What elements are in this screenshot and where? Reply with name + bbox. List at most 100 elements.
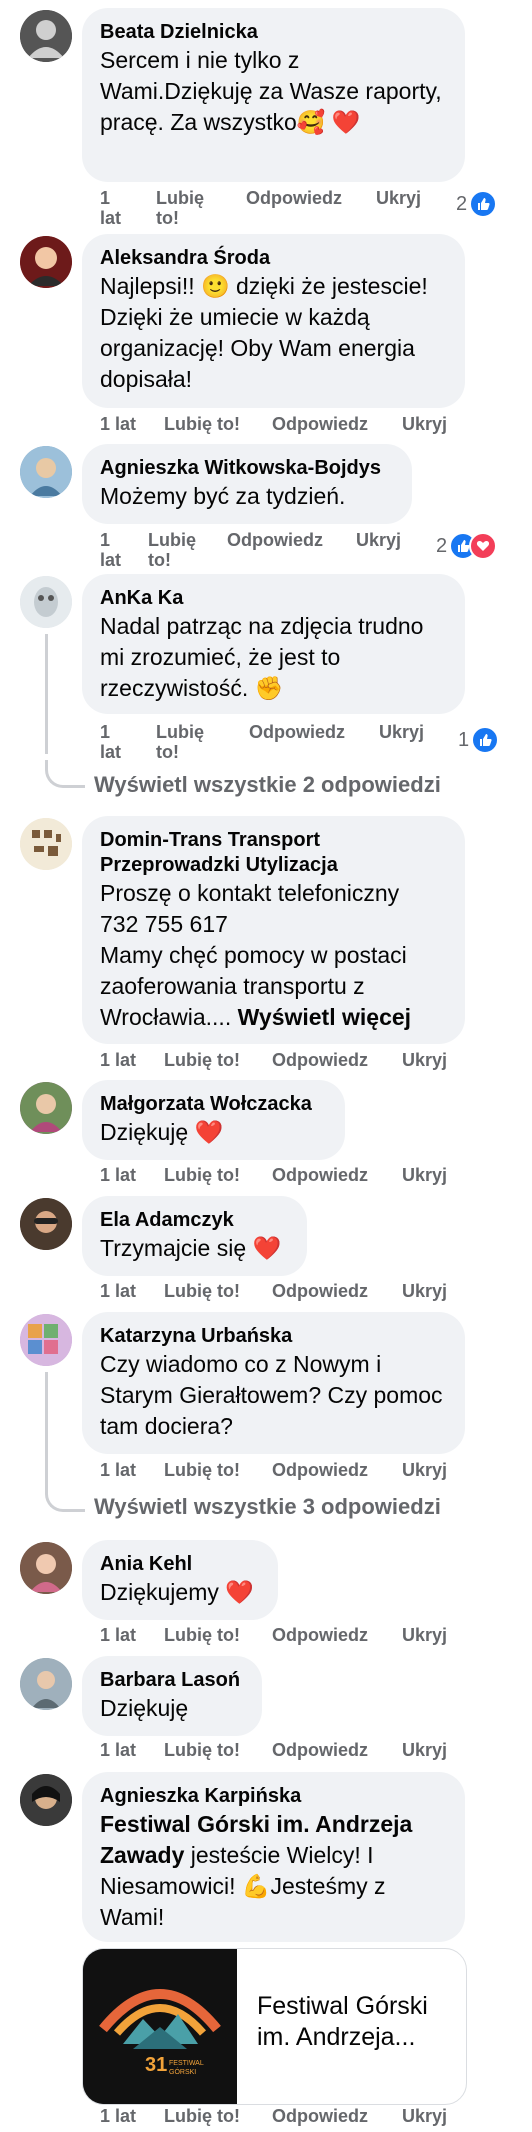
comment-bubble: AnKa Ka Nadal patrząc na zdjęcia trudno … [82, 574, 465, 714]
comment-text: Najlepsi!! 🙂 dzięki że jestescie! Dzięki… [100, 273, 428, 392]
reply-link[interactable]: Odpowiedz [272, 2106, 368, 2126]
avatar[interactable] [20, 10, 72, 62]
comment-time[interactable]: 1 lat [100, 530, 121, 570]
comment-author[interactable]: Małgorzata Wołczacka [100, 1092, 327, 1117]
profile-photo-icon [20, 576, 72, 628]
profile-photo-icon [20, 446, 72, 498]
reaction-count[interactable]: 2 [436, 532, 498, 560]
reply-link[interactable]: Odpowiedz [272, 414, 368, 434]
reply-link[interactable]: Odpowiedz [246, 188, 342, 208]
hide-link[interactable]: Ukryj [402, 1460, 447, 1480]
hide-link[interactable]: Ukryj [402, 1740, 447, 1760]
hide-link[interactable]: Ukryj [402, 414, 447, 434]
festival-number: 31 [145, 2054, 167, 2076]
reply-link[interactable]: Odpowiedz [227, 530, 323, 550]
view-replies-link[interactable]: Wyświetl wszystkie 2 odpowiedzi [94, 772, 441, 798]
hide-link[interactable]: Ukryj [402, 1281, 447, 1301]
comment-author[interactable]: Aleksandra Środa [100, 246, 447, 271]
comment-author[interactable]: Domin-Trans Transport Przeprowadzki Utyli… [100, 828, 447, 878]
hide-link[interactable]: Ukryj [356, 530, 401, 550]
hide-link[interactable]: Ukryj [402, 1625, 447, 1645]
avatar[interactable] [20, 1082, 72, 1134]
like-link[interactable]: Lubię to! [156, 188, 204, 228]
like-link[interactable]: Lubię to! [164, 1740, 240, 1760]
like-link[interactable]: Lubię to! [164, 1460, 240, 1480]
hide-link[interactable]: Ukryj [376, 188, 421, 208]
comment-time[interactable]: 1 lat [100, 1165, 136, 1185]
profile-photo-icon [20, 1542, 72, 1594]
like-link[interactable]: Lubię to! [164, 1625, 240, 1645]
comment-time[interactable]: 1 lat [100, 1281, 136, 1301]
reply-link[interactable]: Odpowiedz [272, 1050, 368, 1070]
avatar[interactable] [20, 1542, 72, 1594]
like-link[interactable]: Lubię to! [164, 1281, 240, 1301]
comment-text: Dziękujemy ❤️ [100, 1579, 254, 1605]
comment-author[interactable]: Agnieszka Witkowska-Bojdys [100, 456, 394, 481]
comment-bubble: Domin-Trans Transport Przeprowadzki Utyli… [82, 816, 465, 1044]
comment-time[interactable]: 1 lat [100, 188, 121, 228]
reply-link[interactable]: Odpowiedz [272, 1460, 368, 1480]
hide-link[interactable]: Ukryj [402, 1050, 447, 1070]
reply-link[interactable]: Odpowiedz [272, 1281, 368, 1301]
reaction-count[interactable]: 2 [456, 190, 498, 218]
profile-photo-icon [20, 10, 72, 62]
avatar[interactable] [20, 818, 72, 870]
like-link[interactable]: Lubię to! [164, 2106, 240, 2126]
comment-author[interactable]: AnKa Ka [100, 586, 447, 611]
like-link[interactable]: Lubię to! [164, 1050, 240, 1070]
hide-link[interactable]: Ukryj [402, 2106, 447, 2126]
reaction-number: 2 [456, 192, 468, 215]
comment-time[interactable]: 1 lat [100, 1625, 136, 1645]
comment-bubble: Beata Dzielnicka Sercem i nie tylko z Wa… [82, 8, 465, 182]
thread-connector [45, 760, 85, 788]
comment-text: Czy wiadomo co z Nowym i Starym Gierałto… [100, 1351, 443, 1439]
link-preview-card[interactable]: 31 FESTIWAL GÓRSKI Festiwal Górski im. A… [82, 1948, 467, 2105]
comment-time[interactable]: 1 lat [100, 1460, 136, 1480]
view-replies-link[interactable]: Wyświetl wszystkie 3 odpowiedzi [94, 1494, 441, 1520]
hide-link[interactable]: Ukryj [379, 722, 424, 742]
festival-label-2: GÓRSKI [169, 2067, 196, 2076]
link-card-title[interactable]: Festiwal Górski im. Andrzeja... [257, 1991, 457, 2053]
like-link[interactable]: Lubię to! [148, 530, 196, 570]
profile-photo-icon [20, 236, 72, 288]
comment-author[interactable]: Agnieszka Karpińska [100, 1784, 447, 1809]
comment-text: Proszę o kontakt telefoniczny 732 755 61… [100, 880, 412, 1030]
avatar[interactable] [20, 446, 72, 498]
comment-bubble: Ania Kehl Dziękujemy ❤️ [82, 1540, 278, 1620]
reaction-count[interactable]: 1 [458, 726, 500, 754]
comment-author[interactable]: Katarzyna Urbańska [100, 1324, 447, 1349]
avatar[interactable] [20, 1658, 72, 1710]
like-icon [469, 190, 498, 218]
see-more-link[interactable]: Wyświetl więcej [238, 1004, 411, 1030]
reply-link[interactable]: Odpowiedz [272, 1740, 368, 1760]
comment-author[interactable]: Ela Adamczyk [100, 1208, 289, 1233]
festival-logo-image: 31 FESTIWAL GÓRSKI [83, 1949, 237, 2104]
comment-author[interactable]: Ania Kehl [100, 1552, 260, 1577]
comment-text: Możemy być za tydzień. [100, 483, 346, 509]
comment-author[interactable]: Barbara Lasoń [100, 1668, 244, 1693]
avatar[interactable] [20, 1198, 72, 1250]
avatar[interactable] [20, 1774, 72, 1826]
reaction-number: 1 [458, 728, 470, 751]
avatar[interactable] [20, 1314, 72, 1366]
comment-time[interactable]: 1 lat [100, 414, 136, 434]
comment-author[interactable]: Beata Dzielnicka [100, 20, 447, 45]
comment-text: Sercem i nie tylko z Wami.Dziękuję za Wa… [100, 47, 442, 135]
comment-bubble: Barbara Lasoń Dziękuję [82, 1656, 262, 1736]
comment-bubble: Małgorzata Wołczacka Dziękuję ❤️ [82, 1080, 345, 1160]
reply-link[interactable]: Odpowiedz [272, 1165, 368, 1185]
comment-time[interactable]: 1 lat [100, 722, 121, 762]
comment-time[interactable]: 1 lat [100, 1740, 136, 1760]
avatar[interactable] [20, 236, 72, 288]
like-link[interactable]: Lubię to! [164, 1165, 240, 1185]
reply-link[interactable]: Odpowiedz [249, 722, 345, 742]
comment-time[interactable]: 1 lat [100, 1050, 136, 1070]
comment-text: Dziękuję [100, 1695, 189, 1721]
profile-photo-icon [20, 1314, 72, 1366]
comment-time[interactable]: 1 lat [100, 2106, 136, 2126]
hide-link[interactable]: Ukryj [402, 1165, 447, 1185]
like-link[interactable]: Lubię to! [156, 722, 204, 762]
avatar[interactable] [20, 576, 72, 628]
reply-link[interactable]: Odpowiedz [272, 1625, 368, 1645]
like-link[interactable]: Lubię to! [164, 414, 240, 434]
